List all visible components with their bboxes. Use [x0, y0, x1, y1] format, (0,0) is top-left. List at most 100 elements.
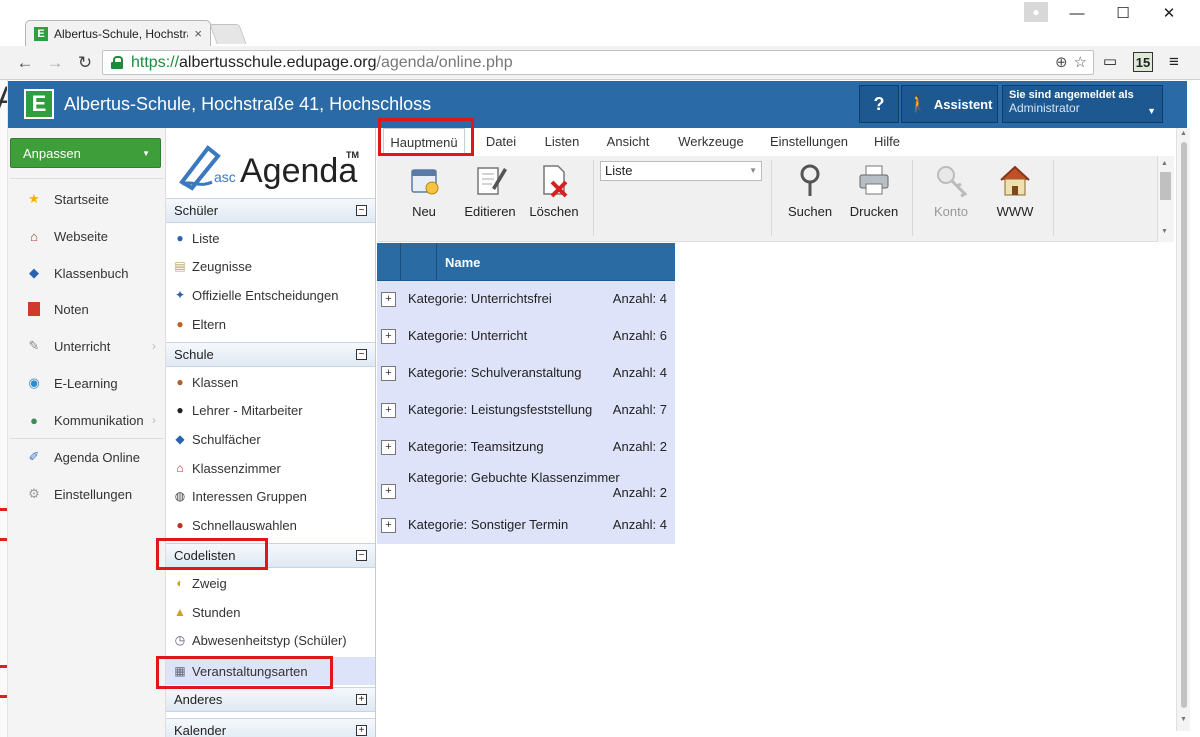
sidebar-item-abwesenheitstyp[interactable]: ◷ Abwesenheitstyp (Schüler) — [166, 626, 375, 654]
nav-label: Startseite — [54, 191, 109, 207]
sidebar-label: Abwesenheitstyp (Schüler) — [192, 632, 347, 648]
collapse-icon[interactable]: − — [356, 550, 367, 561]
book-icon: ◆ — [175, 432, 185, 446]
sidebar-item-offizielle-entscheidungen[interactable]: ✦ Offizielle Entscheidungen — [166, 281, 375, 309]
group-label: Kategorie: Gebuchte Klassenzimmer — [408, 470, 620, 485]
collapse-icon[interactable]: − — [356, 205, 367, 216]
bookmark-star-icon[interactable]: ☆ — [1074, 53, 1087, 71]
sidebar-item-schnellauswahlen[interactable]: ● Schnellauswahlen — [166, 511, 375, 539]
section-schueler[interactable]: Schüler − — [166, 198, 375, 223]
nav-item-webseite[interactable]: ⌂ Webseite — [10, 218, 164, 254]
menu-werkzeuge[interactable]: Werkzeuge — [671, 128, 751, 156]
nav-item-noten[interactable]: Noten — [10, 291, 164, 327]
teacher-icon: ● — [176, 403, 184, 417]
assistant-label: Assistent — [933, 96, 993, 112]
sidebar-item-liste[interactable]: ● Liste — [166, 224, 375, 252]
assistant-button[interactable]: 🚶 Assistent — [901, 85, 998, 123]
anpassen-button[interactable]: Anpassen ▼ — [10, 138, 161, 168]
browser-menu-icon[interactable]: ≡ — [1164, 52, 1184, 72]
sidebar-item-stunden[interactable]: ▲ Stunden — [166, 598, 375, 626]
grades-icon — [26, 301, 42, 317]
zoom-icon[interactable]: ⊕ — [1055, 53, 1068, 71]
toolbar-scrollbar[interactable]: ▲ ▼ — [1157, 156, 1174, 242]
grid-group-row[interactable]: + Kategorie: Unterricht Anzahl: 6 — [377, 318, 675, 355]
nav-item-unterricht[interactable]: ✎ Unterricht › — [10, 328, 164, 364]
main-scrollbar[interactable]: ▲ ▼ — [1176, 128, 1190, 731]
edupage-favicon-icon: E — [34, 26, 48, 41]
expand-icon[interactable]: + — [381, 518, 396, 533]
scrollbar-thumb[interactable] — [1181, 142, 1187, 708]
grid-group-row[interactable]: + Kategorie: Schulveranstaltung Anzahl: … — [377, 355, 675, 392]
app-header: E Albertus-Schule, Hochstraße 41, Hochsc… — [8, 81, 1187, 128]
sidebar-item-zeugnisse[interactable]: ▤ Zeugnisse — [166, 252, 375, 280]
nav-label: Unterricht — [54, 338, 111, 354]
list-view-select[interactable]: Liste ▼ — [600, 161, 762, 181]
sidebar-item-lehrer[interactable]: ● Lehrer - Mitarbeiter — [166, 396, 375, 424]
sidebar-item-eltern[interactable]: ● Eltern — [166, 310, 375, 338]
section-kalender[interactable]: Kalender + — [166, 718, 375, 737]
sidebar-item-klassen[interactable]: ● Klassen — [166, 368, 375, 396]
cast-icon[interactable]: ▭ — [1100, 52, 1120, 72]
nav-item-kommunikation[interactable]: ● Kommunikation › — [10, 402, 164, 438]
menu-ansicht[interactable]: Ansicht — [599, 128, 657, 156]
expand-icon[interactable]: + — [381, 366, 396, 381]
nav-item-klassenbuch[interactable]: ◆ Klassenbuch — [10, 255, 164, 291]
sidebar-item-klassenzimmer[interactable]: ⌂ Klassenzimmer — [166, 454, 375, 482]
extension-badge-icon[interactable]: 15 — [1133, 52, 1153, 72]
close-window-icon[interactable]: ✕ — [1146, 3, 1192, 25]
profile-icon[interactable]: ● — [1024, 2, 1048, 22]
menu-hilfe[interactable]: Hilfe — [867, 128, 907, 156]
nav-item-agenda-online[interactable]: ✐ Agenda Online — [10, 439, 164, 475]
sidebar-item-interessen-gruppen[interactable]: ◍ Interessen Gruppen — [166, 482, 375, 510]
maximize-icon[interactable]: ☐ — [1100, 3, 1146, 25]
nav-item-startseite[interactable]: ★ Startseite — [10, 181, 164, 217]
menu-datei[interactable]: Datei — [477, 128, 525, 156]
expand-icon[interactable]: + — [356, 694, 367, 705]
minimize-icon[interactable]: — — [1054, 3, 1100, 25]
grid-group-row[interactable]: + Kategorie: Sonstiger Termin Anzahl: 4 — [377, 507, 675, 544]
edupage-logo-icon[interactable]: E — [24, 89, 54, 119]
menu-listen[interactable]: Listen — [537, 128, 587, 156]
grid-group-row[interactable]: + Kategorie: Gebuchte Klassenzimmer Anza… — [377, 466, 675, 507]
help-button[interactable]: ? — [859, 85, 899, 123]
neu-button[interactable]: Neu — [393, 162, 455, 232]
login-dropdown[interactable]: Sie sind angemeldet als Administrator ▼ — [1002, 85, 1163, 123]
sidebar-item-schulfaecher[interactable]: ◆ Schulfächer — [166, 425, 375, 453]
nav-label: Klassenbuch — [54, 265, 129, 281]
tab-close-icon[interactable]: × — [194, 26, 202, 41]
new-tab-button[interactable] — [209, 24, 247, 44]
konto-button[interactable]: Konto — [920, 162, 982, 232]
drucken-button[interactable]: Drucken — [843, 162, 905, 232]
grid-group-row[interactable]: + Kategorie: Leistungsfeststellung Anzah… — [377, 392, 675, 429]
nav-item-einstellungen[interactable]: ⚙ Einstellungen — [10, 476, 164, 512]
grid-group-row[interactable]: + Kategorie: Unterrichtsfrei Anzahl: 4 — [377, 281, 675, 318]
section-schule[interactable]: Schule − — [166, 342, 375, 367]
section-anderes[interactable]: Anderes + — [166, 687, 375, 712]
column-header-name[interactable]: Name — [445, 255, 480, 270]
loeschen-button[interactable]: Löschen — [523, 162, 585, 232]
main-toolbar: Neu Editieren Löschen Liste ▼ Suchen Dru… — [377, 156, 1174, 242]
editieren-button[interactable]: Editieren — [459, 162, 521, 232]
forward-icon[interactable]: → — [44, 52, 66, 74]
browser-tab[interactable]: E Albertus-Schule, Hochstra × — [25, 20, 211, 46]
back-icon[interactable]: ← — [14, 52, 36, 74]
expand-icon[interactable]: + — [381, 484, 396, 499]
url-input[interactable]: https:// albertusschule.edupage.org /age… — [102, 50, 1094, 75]
expand-icon[interactable]: + — [381, 329, 396, 344]
sidebar-label: Interessen Gruppen — [192, 488, 307, 504]
www-button[interactable]: WWW — [984, 162, 1046, 232]
expand-icon[interactable]: + — [381, 403, 396, 418]
expand-icon[interactable]: + — [381, 440, 396, 455]
group-label: Kategorie: Teamsitzung — [408, 439, 544, 454]
collapse-icon[interactable]: − — [356, 349, 367, 360]
menu-einstellungen[interactable]: Einstellungen — [763, 128, 855, 156]
sidebar-item-zweig[interactable]: ◐ Zweig — [166, 569, 375, 597]
branch-icon: ◐ — [176, 576, 184, 590]
grid-group-row[interactable]: + Kategorie: Teamsitzung Anzahl: 2 — [377, 429, 675, 466]
nav-item-elearning[interactable]: ◉ E-Learning — [10, 365, 164, 401]
suchen-button[interactable]: Suchen — [779, 162, 841, 232]
expand-icon[interactable]: + — [356, 725, 367, 736]
reload-icon[interactable]: ↻ — [74, 52, 96, 74]
expand-icon[interactable]: + — [381, 292, 396, 307]
grid-body: + Kategorie: Unterrichtsfrei Anzahl: 4 +… — [377, 281, 675, 544]
